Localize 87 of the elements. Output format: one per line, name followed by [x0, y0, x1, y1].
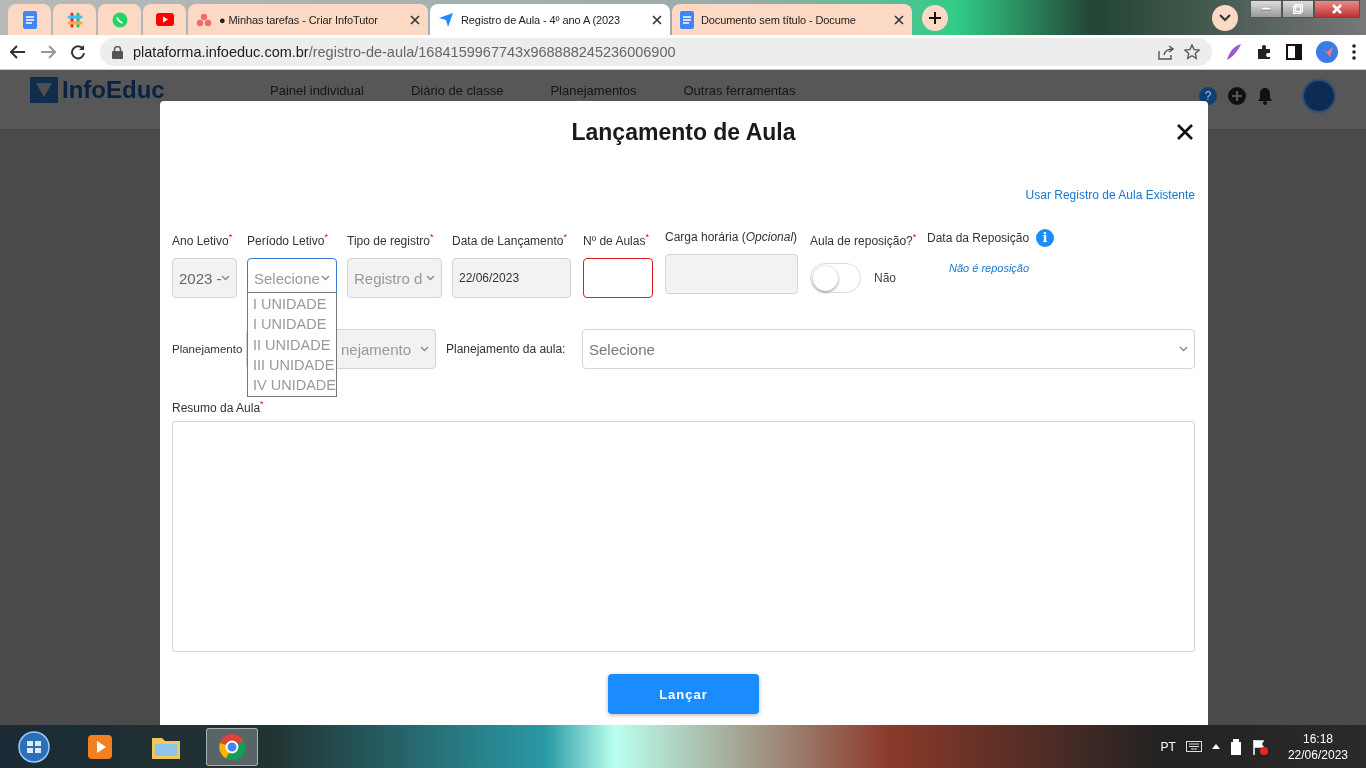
close-icon	[894, 14, 904, 25]
help-button[interactable]: ?	[1199, 87, 1217, 105]
close-icon[interactable]	[1177, 124, 1193, 140]
existing-record-link[interactable]: Usar Registro de Aula Existente	[1025, 188, 1195, 202]
flag-alert-icon[interactable]	[1251, 738, 1268, 755]
field-label: Data da Reposição	[927, 230, 1031, 246]
close-icon	[410, 14, 420, 25]
field-label: Planejamento	[172, 343, 244, 355]
dots-icon	[196, 12, 212, 27]
close-icon	[1332, 4, 1342, 14]
side-panel-icon[interactable]	[1286, 44, 1302, 60]
clock-date: 22/06/2023	[1287, 746, 1348, 763]
field-label: Planejamento da aula:	[446, 342, 567, 356]
toggle-switch[interactable]	[810, 263, 861, 293]
field-label: Período Letivo$^{*}$	[247, 231, 329, 249]
language-indicator[interactable]: PT	[1160, 739, 1176, 754]
nav-link[interactable]: Outras ferramentas	[683, 83, 796, 98]
field-label: Ano Letivo$^{*}$	[172, 231, 234, 249]
puzzle-icon[interactable]	[1256, 44, 1272, 60]
chevron-down-icon	[1219, 14, 1231, 22]
submit-button[interactable]: Lançar	[608, 674, 759, 714]
paper-plane-icon	[438, 11, 454, 28]
minimize-button[interactable]	[1250, 0, 1282, 18]
new-tab-button[interactable]	[922, 5, 948, 31]
play-icon	[155, 13, 174, 26]
field-label: Data de Lançamento$^{*}$	[452, 231, 568, 249]
browser-tab[interactable]	[8, 4, 51, 35]
logo-icon	[30, 77, 58, 103]
lock-icon	[112, 45, 123, 59]
dropdown-option[interactable]: IV UNIDADE	[248, 375, 336, 396]
browser-tab[interactable]	[143, 4, 186, 35]
bell-icon[interactable]	[1257, 87, 1273, 105]
media-player-icon	[88, 734, 112, 759]
select-field[interactable]: Selecione	[582, 329, 1195, 369]
caret-icon	[321, 275, 330, 281]
url-text: plataforma.infoeduc.com.br/registro-de-aula/1684159967743x968888245236006900	[133, 44, 676, 60]
more-icon[interactable]	[1352, 44, 1356, 60]
browser-icon	[218, 732, 246, 761]
nav-link[interactable]: Painel individual	[270, 83, 364, 98]
dropdown-option[interactable]: II UNIDADE	[248, 334, 336, 355]
document-icon	[22, 10, 37, 29]
power-icon[interactable]	[1229, 738, 1242, 755]
hash-icon	[66, 11, 83, 28]
keyboard-icon[interactable]	[1185, 741, 1202, 752]
field-label: Tipo de registro$^{*}$	[347, 231, 435, 249]
reload-icon[interactable]	[70, 44, 86, 60]
logo-text: InfoEduc	[62, 76, 165, 104]
browser-tab[interactable]: Documento sem título - Docume	[672, 4, 912, 35]
caret-icon	[420, 346, 429, 352]
field-label: Carga horária (Opcional)	[665, 229, 798, 245]
tab-search-button[interactable]	[1212, 5, 1238, 31]
info-icon[interactable]: i	[1036, 229, 1055, 247]
restore-icon	[1293, 4, 1303, 14]
plus-icon	[929, 12, 941, 24]
minimize-icon	[1261, 7, 1271, 11]
taskbar-app[interactable]	[206, 727, 258, 766]
input-field[interactable]	[583, 258, 653, 298]
clock-time: 16:18	[1302, 730, 1333, 747]
nav-link[interactable]: Planejamentos	[550, 83, 637, 98]
profile-icon[interactable]	[1316, 41, 1338, 63]
feather-icon[interactable]	[1226, 43, 1242, 61]
browser-tab[interactable]: ● Minhas tarefas - Criar InfoTutor	[188, 4, 428, 35]
caret-icon	[1179, 346, 1188, 352]
back-icon[interactable]	[10, 45, 26, 59]
toggle-label: Não	[874, 271, 896, 285]
field-label: Nº de Aulas$^{*}$	[583, 231, 650, 249]
star-icon[interactable]	[1184, 44, 1200, 60]
field-label: Aula de reposição?$^{*}$	[810, 231, 917, 249]
start-orb-icon	[18, 730, 50, 763]
status-note: Não é reposição	[948, 261, 1031, 276]
caret-icon	[426, 275, 435, 281]
document-icon	[680, 10, 694, 29]
tray-arrow-icon[interactable]	[1211, 744, 1220, 749]
modal-title: Lançamento de Aula	[571, 118, 796, 146]
caret-icon	[221, 275, 230, 281]
close-icon	[652, 14, 662, 25]
field-label: Resumo da Aula$^{*}$	[172, 401, 265, 415]
close-window-button[interactable]	[1314, 0, 1360, 18]
forward-icon[interactable]	[40, 45, 56, 59]
nav-link[interactable]: Diário de classe	[410, 83, 504, 98]
add-icon[interactable]	[1228, 87, 1246, 105]
restore-button[interactable]	[1282, 0, 1314, 18]
share-icon[interactable]	[1158, 44, 1174, 60]
chat-icon	[111, 11, 128, 28]
clock[interactable]: 16:18 22/06/2023	[1287, 730, 1348, 763]
address-bar[interactable]: plataforma.infoeduc.com.br/registro-de-aula/1684159967743x968888245236006900	[100, 38, 1212, 66]
browser-tab[interactable]: Registro de Aula - 4º ano A (2023	[430, 4, 670, 35]
